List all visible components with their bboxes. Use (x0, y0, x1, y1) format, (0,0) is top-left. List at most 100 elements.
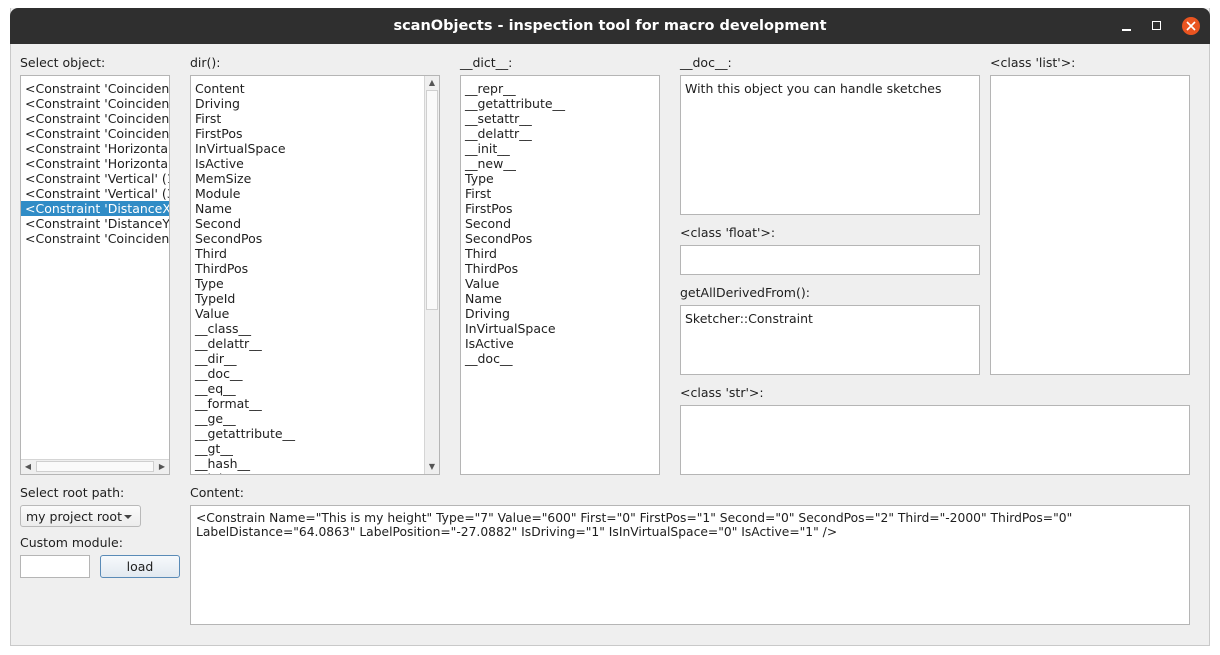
root-path-value: my project root (26, 509, 122, 524)
list-item[interactable]: <Constraint 'Coincident' (25, 81, 169, 96)
content-text: <Constrain Name="This is my height" Type… (196, 511, 1073, 539)
derived-text: Sketcher::Constraint (685, 311, 813, 326)
maximize-icon[interactable] (1148, 17, 1166, 35)
list-item[interactable]: ThirdPos (465, 261, 565, 276)
list-item[interactable]: <Constraint 'Coincident' (25, 111, 169, 126)
list-item[interactable]: __repr__ (465, 81, 565, 96)
list-item[interactable]: FirstPos (465, 201, 565, 216)
list-item[interactable]: __gt__ (195, 441, 295, 456)
list-item[interactable]: __dir__ (195, 351, 295, 366)
list-item[interactable]: IsActive (195, 156, 295, 171)
class-str-textbox[interactable] (680, 405, 1190, 475)
scroll-thumb[interactable] (426, 90, 438, 310)
class-float-field[interactable] (680, 245, 980, 275)
select-object-label: Select object: (20, 55, 106, 70)
list-item[interactable]: <Constraint 'Horizontal' (25, 156, 169, 171)
list-item[interactable]: Name (465, 291, 565, 306)
custom-module-input[interactable] (20, 555, 90, 578)
scroll-right-icon[interactable]: ▶ (155, 460, 169, 474)
scroll-thumb[interactable] (36, 461, 154, 472)
list-item[interactable]: __delattr__ (465, 126, 565, 141)
list-item[interactable]: TypeId (195, 291, 295, 306)
list-item[interactable]: SecondPos (465, 231, 565, 246)
list-item[interactable]: Type (465, 171, 565, 186)
list-item[interactable]: __init__ (195, 471, 295, 474)
list-item[interactable]: Module (195, 186, 295, 201)
dir-list-items: Content Driving First FirstPos InVirtualSpac… (195, 81, 295, 474)
window-title: scanObjects - inspection tool for macro … (393, 18, 827, 34)
list-item[interactable]: <Constraint 'Coincident' (25, 231, 169, 246)
list-item[interactable]: FirstPos (195, 126, 295, 141)
list-item[interactable]: IsActive (465, 336, 565, 351)
list-item[interactable]: __setattr__ (465, 111, 565, 126)
root-path-label: Select root path: (20, 485, 125, 500)
dict-list[interactable]: __repr__ __getattribute__ __setattr__ __del… (460, 75, 660, 475)
scroll-up-icon[interactable]: ▲ (425, 76, 439, 90)
list-item[interactable]: ThirdPos (195, 261, 295, 276)
list-item[interactable]: __delattr__ (195, 336, 295, 351)
root-path-select[interactable]: my project root (20, 505, 141, 527)
list-item[interactable]: __doc__ (195, 366, 295, 381)
doc-label: __doc__: (680, 55, 732, 70)
list-item[interactable]: __format__ (195, 396, 295, 411)
list-item[interactable]: Second (195, 216, 295, 231)
list-item[interactable]: First (465, 186, 565, 201)
dict-list-items: __repr__ __getattribute__ __setattr__ __del… (465, 81, 565, 366)
list-item[interactable]: InVirtualSpace (465, 321, 565, 336)
load-button[interactable]: load (100, 555, 180, 578)
list-item[interactable]: <Constraint 'Coincident' (25, 96, 169, 111)
list-item[interactable]: <Constraint 'DistanceX': (21, 201, 169, 216)
chevron-down-icon (124, 515, 132, 519)
dict-label: __dict__: (460, 55, 513, 70)
content-textbox[interactable]: <Constrain Name="This is my height" Type… (190, 505, 1190, 625)
list-item[interactable]: <Constraint 'DistanceY': (25, 216, 169, 231)
dir-list[interactable]: Content Driving First FirstPos InVirtualSpac… (190, 75, 440, 475)
class-list-box[interactable] (990, 75, 1190, 375)
custom-module-label: Custom module: (20, 535, 123, 550)
list-item[interactable]: Second (465, 216, 565, 231)
doc-textbox[interactable]: With this object you can handle sketches (680, 75, 980, 215)
list-item[interactable]: MemSize (195, 171, 295, 186)
list-item[interactable]: <Constraint 'Vertical' (3 (25, 186, 169, 201)
list-item[interactable]: <Constraint 'Vertical' (1 (25, 171, 169, 186)
list-item[interactable]: <Constraint 'Horizontal' (25, 141, 169, 156)
object-list[interactable]: <Constraint 'Coincident' <Constraint 'Coi… (20, 75, 170, 475)
list-item[interactable]: Content (195, 81, 295, 96)
list-item[interactable]: <Constraint 'Coincident' (25, 126, 169, 141)
list-item[interactable]: __doc__ (465, 351, 565, 366)
derived-label: getAllDerivedFrom(): (680, 285, 810, 300)
list-item[interactable]: Name (195, 201, 295, 216)
list-item[interactable]: __hash__ (195, 456, 295, 471)
list-item[interactable]: __class__ (195, 321, 295, 336)
scroll-left-icon[interactable]: ◀ (21, 460, 35, 474)
list-item[interactable]: Type (195, 276, 295, 291)
list-item[interactable]: Value (465, 276, 565, 291)
list-item[interactable]: Driving (195, 96, 295, 111)
list-item[interactable]: SecondPos (195, 231, 295, 246)
doc-text: With this object you can handle sketches (685, 81, 942, 96)
minimize-icon[interactable] (1118, 17, 1136, 35)
object-list-items: <Constraint 'Coincident' <Constraint 'Coi… (21, 81, 169, 246)
list-item[interactable]: Third (195, 246, 295, 261)
list-item[interactable]: __getattribute__ (195, 426, 295, 441)
list-item[interactable]: Value (195, 306, 295, 321)
derived-textbox[interactable]: Sketcher::Constraint (680, 305, 980, 375)
list-item[interactable]: Third (465, 246, 565, 261)
list-item[interactable]: InVirtualSpace (195, 141, 295, 156)
dir-label: dir(): (190, 55, 221, 70)
class-list-label: <class 'list'>: (990, 55, 1076, 70)
dir-list-vscrollbar[interactable]: ▲ ▼ (424, 76, 439, 474)
list-item[interactable]: First (195, 111, 295, 126)
list-item[interactable]: Driving (465, 306, 565, 321)
class-float-label: <class 'float'>: (680, 225, 776, 240)
list-item[interactable]: __eq__ (195, 381, 295, 396)
class-str-label: <class 'str'>: (680, 385, 764, 400)
scroll-down-icon[interactable]: ▼ (425, 460, 439, 474)
title-bar: scanObjects - inspection tool for macro … (10, 8, 1210, 44)
list-item[interactable]: __ge__ (195, 411, 295, 426)
object-list-hscrollbar[interactable]: ◀ ▶ (21, 459, 169, 474)
close-icon[interactable] (1182, 17, 1200, 35)
list-item[interactable]: __init__ (465, 141, 565, 156)
list-item[interactable]: __new__ (465, 156, 565, 171)
list-item[interactable]: __getattribute__ (465, 96, 565, 111)
